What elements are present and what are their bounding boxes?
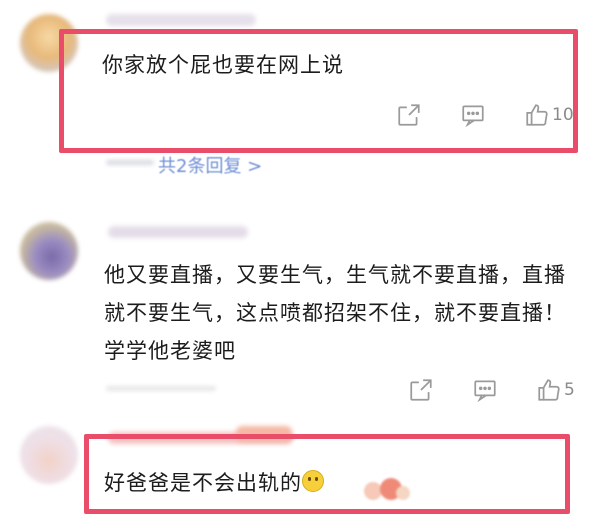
username-blurred[interactable] bbox=[108, 226, 248, 238]
highlight-box bbox=[59, 29, 578, 153]
comment-text: 他又要直播，又要生气，生气就不要直播，直播就不要生气，这点喷都招架不住，就不要直… bbox=[104, 263, 566, 363]
highlight-box bbox=[84, 434, 570, 514]
thumbs-up-icon[interactable] bbox=[536, 377, 562, 403]
comment-actions: 5 bbox=[408, 377, 575, 403]
view-replies-link[interactable]: 共2条回复 > bbox=[158, 152, 262, 178]
like-count: 5 bbox=[564, 380, 575, 400]
avatar[interactable] bbox=[20, 426, 78, 484]
reply-divider bbox=[106, 160, 154, 165]
share-icon[interactable] bbox=[408, 377, 434, 403]
comment-icon[interactable] bbox=[472, 377, 498, 403]
avatar[interactable] bbox=[20, 222, 78, 280]
username-blurred[interactable] bbox=[106, 14, 256, 26]
timestamp-blurred bbox=[106, 386, 216, 391]
